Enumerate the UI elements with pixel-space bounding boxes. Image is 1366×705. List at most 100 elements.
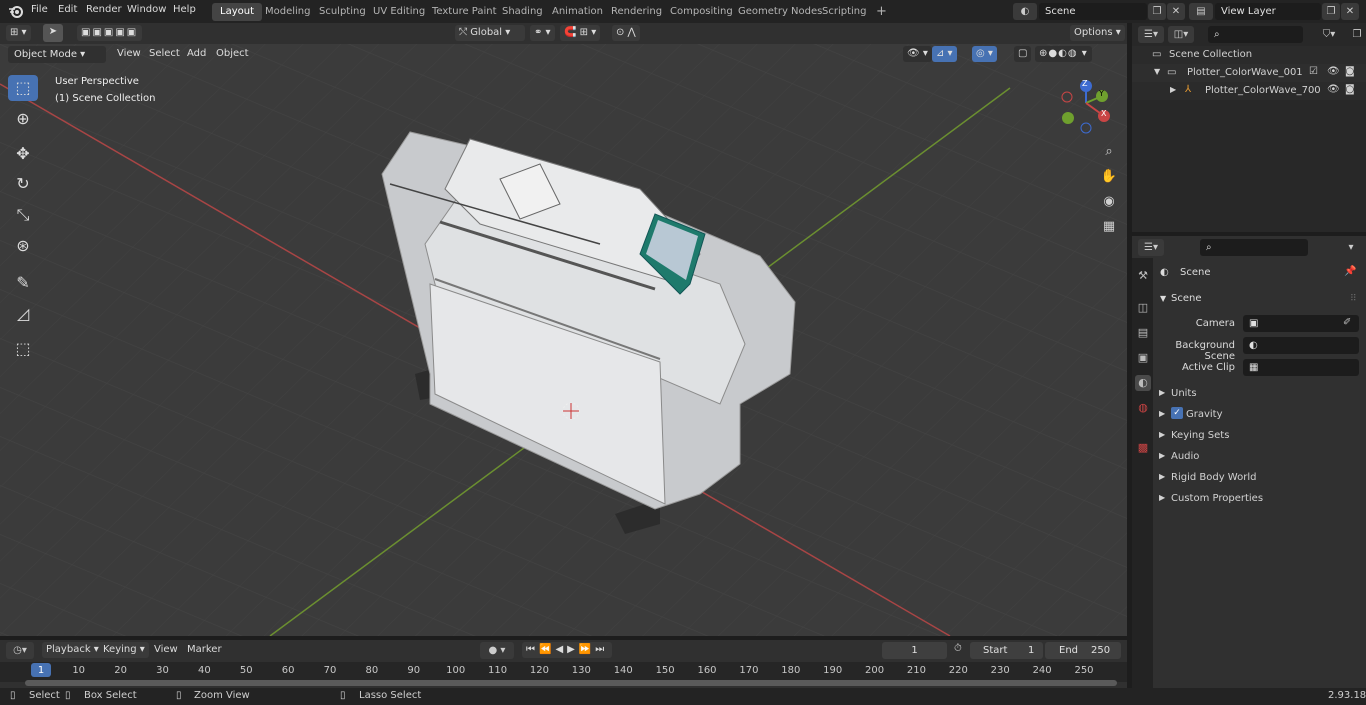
gizmo-toggle-icon[interactable]: ⊿ ▾	[932, 46, 957, 62]
menu-edit[interactable]: Edit	[58, 4, 77, 15]
tool-tab-icon[interactable]: ⚒	[1135, 268, 1151, 284]
object-mode-dropdown[interactable]: Object Mode ▾	[8, 46, 106, 63]
annotate-tool-icon[interactable]: ✎	[8, 270, 38, 296]
units-panel-header[interactable]: ▶ Units	[1155, 386, 1360, 402]
3d-viewport[interactable]: User Perspective (1) Scene Collection ⬚ …	[0, 44, 1127, 636]
select-mode-icons[interactable]: ▣▣▣▣▣	[77, 25, 143, 41]
gravity-checkbox[interactable]: ✓	[1171, 407, 1183, 419]
editor-type-icon[interactable]: ⊞ ▾	[6, 25, 31, 41]
tab-scripting[interactable]: Scripting	[814, 3, 874, 21]
properties-search-input[interactable]: ⌕	[1200, 239, 1308, 256]
tab-uv-editing[interactable]: UV Editing	[365, 3, 433, 21]
tab-animation[interactable]: Animation	[544, 3, 611, 21]
tab-shading[interactable]: Shading	[494, 3, 551, 21]
end-frame-field[interactable]: End 250	[1045, 642, 1121, 659]
expand-down-icon[interactable]: ▼	[1154, 67, 1160, 76]
background-scene-field[interactable]: ◐	[1243, 337, 1359, 354]
view-layer-tab-icon[interactable]: ▣	[1135, 350, 1151, 366]
stopwatch-icon[interactable]: ⏱	[954, 643, 962, 654]
custom-properties-panel-header[interactable]: ▶ Custom Properties	[1155, 491, 1360, 507]
view-layer-new-icon[interactable]: ❐	[1322, 3, 1340, 20]
pin-icon[interactable]: 📌	[1344, 266, 1356, 277]
blender-logo-icon[interactable]	[8, 3, 24, 19]
view-layer-delete-icon[interactable]: ✕	[1341, 3, 1359, 20]
cursor-tool-icon[interactable]: ⊕	[8, 106, 38, 132]
display-mode-icon[interactable]: ◫▾	[1168, 26, 1194, 43]
viewport-menu-object[interactable]: Object	[216, 48, 249, 59]
overlay-toggle-icon[interactable]: ◎ ▾	[972, 46, 997, 62]
visibility-icon[interactable]: 👁 ▾	[903, 46, 932, 62]
texture-tab-icon[interactable]: ▩	[1135, 440, 1151, 456]
pivot-point-icon[interactable]: ⚭ ▾	[530, 25, 555, 41]
properties-options-icon[interactable]: ▾	[1342, 239, 1360, 256]
expand-right-icon[interactable]: ▶	[1170, 85, 1176, 94]
timeline-menu-marker[interactable]: Marker	[183, 642, 226, 658]
outliner-row-scene-collection[interactable]: ▭ Scene Collection	[1132, 46, 1366, 64]
playback-controls-icons[interactable]: ⏮⏪◀▶⏩⏭	[522, 642, 613, 658]
tab-modeling[interactable]: Modeling	[257, 3, 319, 21]
proportional-editing-icon[interactable]: ⊙ ⋀	[612, 25, 640, 41]
add-cube-tool-icon[interactable]: ⬚	[8, 336, 38, 362]
keying-dropdown[interactable]: Keying ▾	[99, 642, 149, 658]
render-tab-icon[interactable]: ◫	[1135, 300, 1151, 316]
scene-panel-expand-icon[interactable]: ▼	[1160, 294, 1166, 303]
view-layer-field[interactable]: View Layer	[1215, 3, 1321, 20]
gravity-panel-header[interactable]: ▶ ✓ Gravity	[1155, 407, 1360, 423]
timeline-menu-view[interactable]: View	[150, 642, 182, 658]
exclude-checkbox-icon[interactable]: ☑	[1309, 66, 1318, 77]
record-icon[interactable]: ● ▾	[480, 642, 514, 659]
properties-editor-type-icon[interactable]: ☰▾	[1138, 239, 1164, 256]
transform-orientation-dropdown[interactable]: ⤲ Global ▾	[455, 25, 525, 41]
transform-tool-icon[interactable]: ⊛	[8, 233, 38, 259]
navigation-gizmo[interactable]: Z Y X	[1058, 76, 1118, 134]
measure-tool-icon[interactable]: ◿	[8, 301, 38, 327]
scene-field[interactable]: Scene	[1039, 3, 1147, 20]
viewport-menu-select[interactable]: Select	[149, 48, 180, 59]
viewport-menu-add[interactable]: Add	[187, 48, 206, 59]
audio-panel-header[interactable]: ▶ Audio	[1155, 449, 1360, 465]
zoom-icon[interactable]: ⌕	[1098, 141, 1120, 163]
tab-texture-paint[interactable]: Texture Paint	[424, 3, 505, 21]
scene-delete-icon[interactable]: ✕	[1167, 3, 1185, 20]
outliner-editor-type-icon[interactable]: ☰▾	[1138, 26, 1164, 43]
current-frame-field[interactable]: 1	[882, 642, 947, 659]
outliner-row-object[interactable]: ▶ ⅄ Plotter_ColorWave_700 👁 ◙	[1132, 82, 1366, 100]
new-collection-icon[interactable]: ❐	[1348, 26, 1366, 43]
camera-view-icon[interactable]: ◉	[1098, 191, 1120, 213]
options-dropdown[interactable]: Options ▾	[1070, 25, 1125, 41]
world-tab-icon[interactable]: ◍	[1135, 400, 1151, 416]
scene-tab-icon[interactable]: ◐	[1135, 375, 1151, 391]
tab-layout[interactable]: Layout	[212, 3, 262, 21]
perspective-toggle-icon[interactable]: ▦	[1098, 216, 1120, 238]
menu-render[interactable]: Render	[86, 4, 122, 15]
drag-handle-icon[interactable]: ⠿	[1350, 294, 1357, 304]
viewport-menu-view[interactable]: View	[117, 48, 141, 59]
camera-render-icon[interactable]: ◙	[1345, 84, 1355, 95]
scene-new-icon[interactable]: ❐	[1148, 3, 1166, 20]
outliner-search-input[interactable]: ⌕	[1208, 26, 1303, 43]
eye-icon[interactable]: 👁	[1327, 84, 1340, 95]
menu-file[interactable]: File	[31, 4, 48, 15]
rotate-tool-icon[interactable]: ↻	[8, 171, 38, 197]
move-tool-icon[interactable]: ✥	[8, 141, 38, 167]
scale-tool-icon[interactable]: ⤡	[8, 202, 38, 228]
scene-browse-icon[interactable]: ◐	[1013, 3, 1037, 20]
menu-window[interactable]: Window	[127, 4, 166, 15]
menu-help[interactable]: Help	[173, 4, 196, 15]
area-divider[interactable]	[1127, 23, 1132, 688]
outliner-row-collection[interactable]: ▼ ▭ Plotter_ColorWave_001 ☑ 👁 ◙	[1132, 64, 1366, 82]
filter-icon[interactable]: ⛉▾	[1316, 26, 1342, 43]
add-workspace-icon[interactable]: +	[868, 3, 895, 21]
timeline-editor-type-icon[interactable]: ◷▾	[6, 642, 34, 659]
start-frame-field[interactable]: Start 1	[970, 642, 1043, 659]
camera-field[interactable]: ▣	[1243, 315, 1359, 332]
eye-icon[interactable]: 👁	[1327, 66, 1340, 77]
active-clip-field[interactable]: ▦	[1243, 359, 1359, 376]
tab-rendering[interactable]: Rendering	[603, 3, 670, 21]
camera-render-icon[interactable]: ◙	[1345, 66, 1355, 77]
playback-dropdown[interactable]: Playback ▾	[42, 642, 103, 658]
pan-hand-icon[interactable]: ✋	[1098, 166, 1120, 188]
select-tool-icon[interactable]: ➤	[43, 24, 63, 42]
select-box-tool[interactable]: ⬚	[8, 75, 38, 101]
shading-mode-icons[interactable]: ⊕●◐◍ ▾	[1035, 46, 1092, 62]
